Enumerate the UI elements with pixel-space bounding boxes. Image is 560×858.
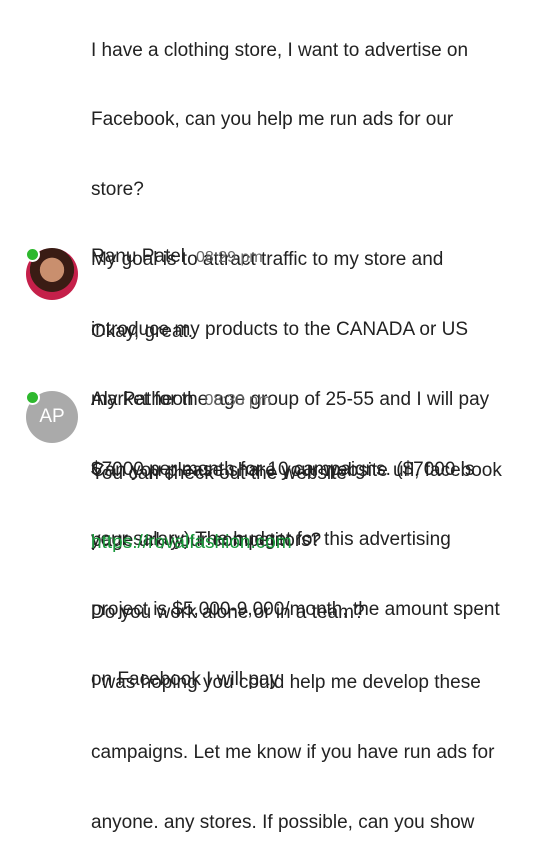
message-line: campaigns. Let me know if you have run a… [91, 742, 495, 764]
message-timestamp: 08:30 pm [204, 392, 272, 409]
message-line: I was hoping you could help me develop t… [91, 672, 481, 694]
message-text: You can check out the website https://ro… [91, 415, 542, 858]
avatar-initials: AP [39, 406, 65, 427]
message-header: Ranu Patel 08:29 pm [91, 246, 263, 268]
message-timestamp: 08:29 pm [196, 249, 263, 266]
message-line: store? [91, 179, 144, 201]
message-line: I have a clothing store, I want to adver… [91, 39, 469, 61]
sender-name[interactable]: Ranu Patel [91, 246, 185, 268]
sender-name[interactable]: Aly Patheon [91, 389, 193, 411]
message-line: Do you work alone or in a team? [91, 602, 365, 624]
online-status-dot [25, 247, 40, 262]
message-line: Okay, great. [91, 320, 194, 342]
message-line: anyone. any stores. If possible, can you… [91, 812, 475, 834]
website-link[interactable]: https://rovalfashion.com [91, 531, 542, 554]
message-line: You can check out the website [91, 462, 347, 484]
message-header: Aly Patheon 08:30 pm [91, 389, 271, 411]
message-line: Facebook, can you help me run ads for ou… [91, 109, 454, 131]
online-status-dot [25, 390, 40, 405]
